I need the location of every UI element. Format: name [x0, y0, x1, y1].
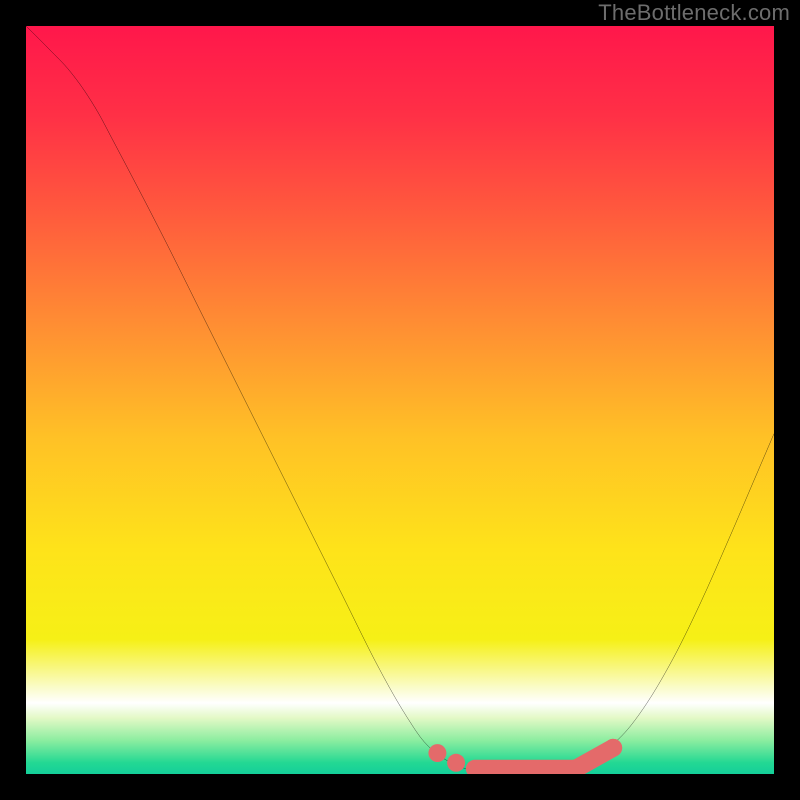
bottleneck-curve — [26, 26, 774, 774]
marker-dot — [428, 744, 446, 762]
optimal-range-markers — [428, 739, 622, 772]
plot-area — [26, 26, 774, 774]
marker-dot — [604, 739, 622, 757]
curve-layer — [26, 26, 774, 774]
watermark-text: TheBottleneck.com — [598, 0, 790, 26]
marker-dot — [447, 754, 465, 772]
chart-stage: TheBottleneck.com — [0, 0, 800, 800]
